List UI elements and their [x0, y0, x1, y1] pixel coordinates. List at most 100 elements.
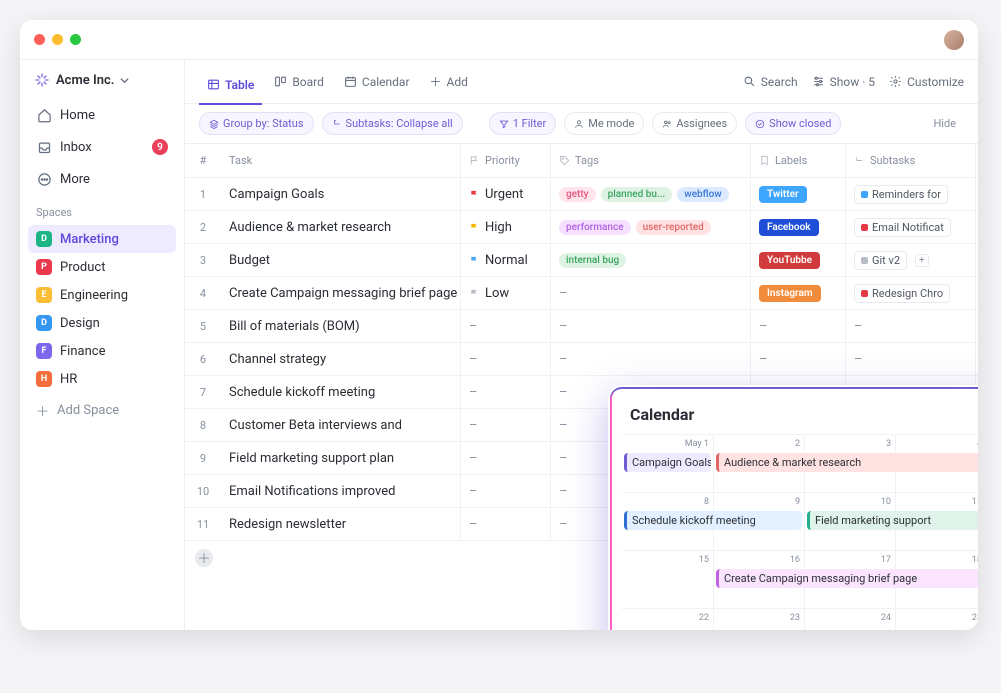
tag-pill[interactable]: getty: [559, 187, 596, 202]
priority-cell[interactable]: Normal: [461, 244, 551, 276]
tags-cell[interactable]: getty planned bu... webflow: [551, 178, 751, 210]
tags-cell[interactable]: –: [551, 277, 751, 309]
label-pill[interactable]: Instagram: [759, 285, 821, 302]
workspace-switcher[interactable]: Acme Inc.: [28, 68, 176, 92]
group-by-pill[interactable]: Group by: Status: [199, 112, 314, 135]
tag-pill[interactable]: internal bug: [559, 253, 626, 268]
tags-cell[interactable]: internal bug: [551, 244, 751, 276]
subtasks-cell[interactable]: Email Notificat: [846, 211, 976, 243]
calendar-event[interactable]: Campaign Goals: [624, 453, 711, 472]
add-view[interactable]: ＋ Add: [422, 67, 476, 96]
priority-cell[interactable]: –: [461, 442, 551, 474]
subtask-pill[interactable]: Git v2: [854, 251, 907, 270]
add-task-button[interactable]: ＋: [195, 549, 213, 567]
maximize-window-button[interactable]: [70, 34, 81, 45]
calendar-cell[interactable]: 24: [804, 608, 895, 630]
calendar-cell[interactable]: 10Field marketing support: [804, 492, 895, 550]
avatar[interactable]: [944, 30, 964, 50]
sidebar-space-marketing[interactable]: DMarketing: [28, 225, 176, 253]
priority-cell[interactable]: Low: [461, 277, 551, 309]
close-window-button[interactable]: [34, 34, 45, 45]
calendar-cell[interactable]: 22: [622, 608, 713, 630]
subtasks-pill[interactable]: Subtasks: Collapse all: [322, 112, 463, 135]
calendar-cell[interactable]: 2Audience & market research: [713, 434, 804, 492]
tag-pill[interactable]: webflow: [677, 187, 728, 202]
labels-cell[interactable]: Facebook: [751, 211, 846, 243]
priority-cell[interactable]: –: [461, 343, 551, 375]
calendar-event[interactable]: Field marketing support: [807, 511, 978, 530]
assignees-pill[interactable]: Assignees: [652, 112, 737, 135]
nav-more[interactable]: More: [28, 164, 176, 194]
tab-board[interactable]: Board: [266, 69, 332, 95]
customize-button[interactable]: Customize: [889, 75, 964, 89]
task-name[interactable]: Create Campaign messaging brief page: [221, 277, 461, 309]
task-name[interactable]: Bill of materials (BOM): [221, 310, 461, 342]
calendar-cell[interactable]: 25: [895, 608, 978, 630]
subtasks-cell[interactable]: –: [846, 343, 976, 375]
task-name[interactable]: Budget: [221, 244, 461, 276]
task-name[interactable]: Redesign newsletter: [221, 508, 461, 540]
labels-cell[interactable]: YouTubbe: [751, 244, 846, 276]
subtask-pill[interactable]: Reminders for: [854, 185, 948, 204]
task-name[interactable]: Audience & market research: [221, 211, 461, 243]
priority-cell[interactable]: High: [461, 211, 551, 243]
subtask-pill[interactable]: Redesign Chro: [854, 284, 950, 303]
task-name[interactable]: Schedule kickoff meeting: [221, 376, 461, 408]
calendar-cell[interactable]: 8Schedule kickoff meeting: [622, 492, 713, 550]
calendar-cell[interactable]: 15: [622, 550, 713, 608]
subtask-pill[interactable]: Email Notificat: [854, 218, 951, 237]
sidebar-space-finance[interactable]: FFinance: [28, 337, 176, 365]
label-pill[interactable]: YouTubbe: [759, 252, 820, 269]
priority-cell[interactable]: –: [461, 508, 551, 540]
calendar-event[interactable]: Audience & market research: [716, 453, 978, 472]
search-button[interactable]: Search: [743, 75, 798, 89]
tag-pill[interactable]: user-reported: [636, 220, 711, 235]
priority-cell[interactable]: –: [461, 475, 551, 507]
labels-cell[interactable]: –: [751, 343, 846, 375]
col-task[interactable]: Task: [221, 144, 461, 177]
priority-cell[interactable]: –: [461, 376, 551, 408]
table-row[interactable]: 3 Budget Normal internal bug YouTubbe Gi…: [185, 244, 978, 277]
tag-pill[interactable]: performance: [559, 220, 631, 235]
subtasks-cell[interactable]: Git v2 +: [846, 244, 976, 276]
show-closed-pill[interactable]: Show closed: [745, 112, 841, 135]
label-pill[interactable]: Facebook: [759, 219, 819, 236]
sidebar-space-design[interactable]: DDesign: [28, 309, 176, 337]
me-mode-pill[interactable]: Me mode: [564, 112, 644, 135]
tab-calendar[interactable]: Calendar: [336, 69, 418, 95]
sidebar-space-hr[interactable]: HHR: [28, 365, 176, 393]
subtasks-cell[interactable]: –: [846, 310, 976, 342]
table-row[interactable]: 1 Campaign Goals Urgent gettyplanned bu.…: [185, 178, 978, 211]
col-subtasks[interactable]: Subtasks: [846, 144, 976, 177]
hide-button[interactable]: Hide: [925, 113, 964, 134]
tab-table[interactable]: Table: [199, 72, 262, 105]
calendar-event[interactable]: Schedule kickoff meeting: [624, 511, 802, 530]
task-name[interactable]: Email Notifications improved: [221, 475, 461, 507]
tag-pill[interactable]: planned bu...: [601, 187, 673, 202]
tags-cell[interactable]: –: [551, 310, 751, 342]
labels-cell[interactable]: Twitter: [751, 178, 846, 210]
add-space-button[interactable]: ＋ Add Space: [28, 395, 176, 426]
task-name[interactable]: Campaign Goals: [221, 178, 461, 210]
subtasks-cell[interactable]: Redesign Chro: [846, 277, 976, 309]
table-row[interactable]: 2 Audience & market research High perfor…: [185, 211, 978, 244]
calendar-cell[interactable]: May 1Campaign Goals: [622, 434, 713, 492]
sidebar-space-engineering[interactable]: EEngineering: [28, 281, 176, 309]
labels-cell[interactable]: –: [751, 310, 846, 342]
add-subtask-button[interactable]: +: [915, 254, 929, 267]
calendar-event[interactable]: Create Campaign messaging brief page: [716, 569, 978, 588]
sidebar-space-product[interactable]: PProduct: [28, 253, 176, 281]
table-row[interactable]: 4 Create Campaign messaging brief page L…: [185, 277, 978, 310]
calendar-cell[interactable]: 23: [713, 608, 804, 630]
task-name[interactable]: Channel strategy: [221, 343, 461, 375]
task-name[interactable]: Field marketing support plan: [221, 442, 461, 474]
priority-cell[interactable]: –: [461, 310, 551, 342]
table-row[interactable]: 6 Channel strategy – – – –: [185, 343, 978, 376]
nav-inbox[interactable]: Inbox 9: [28, 132, 176, 162]
label-pill[interactable]: Twitter: [759, 186, 807, 203]
subtasks-cell[interactable]: Reminders for: [846, 178, 976, 210]
priority-cell[interactable]: –: [461, 409, 551, 441]
col-tags[interactable]: Tags: [551, 144, 751, 177]
col-labels[interactable]: Labels: [751, 144, 846, 177]
labels-cell[interactable]: Instagram: [751, 277, 846, 309]
